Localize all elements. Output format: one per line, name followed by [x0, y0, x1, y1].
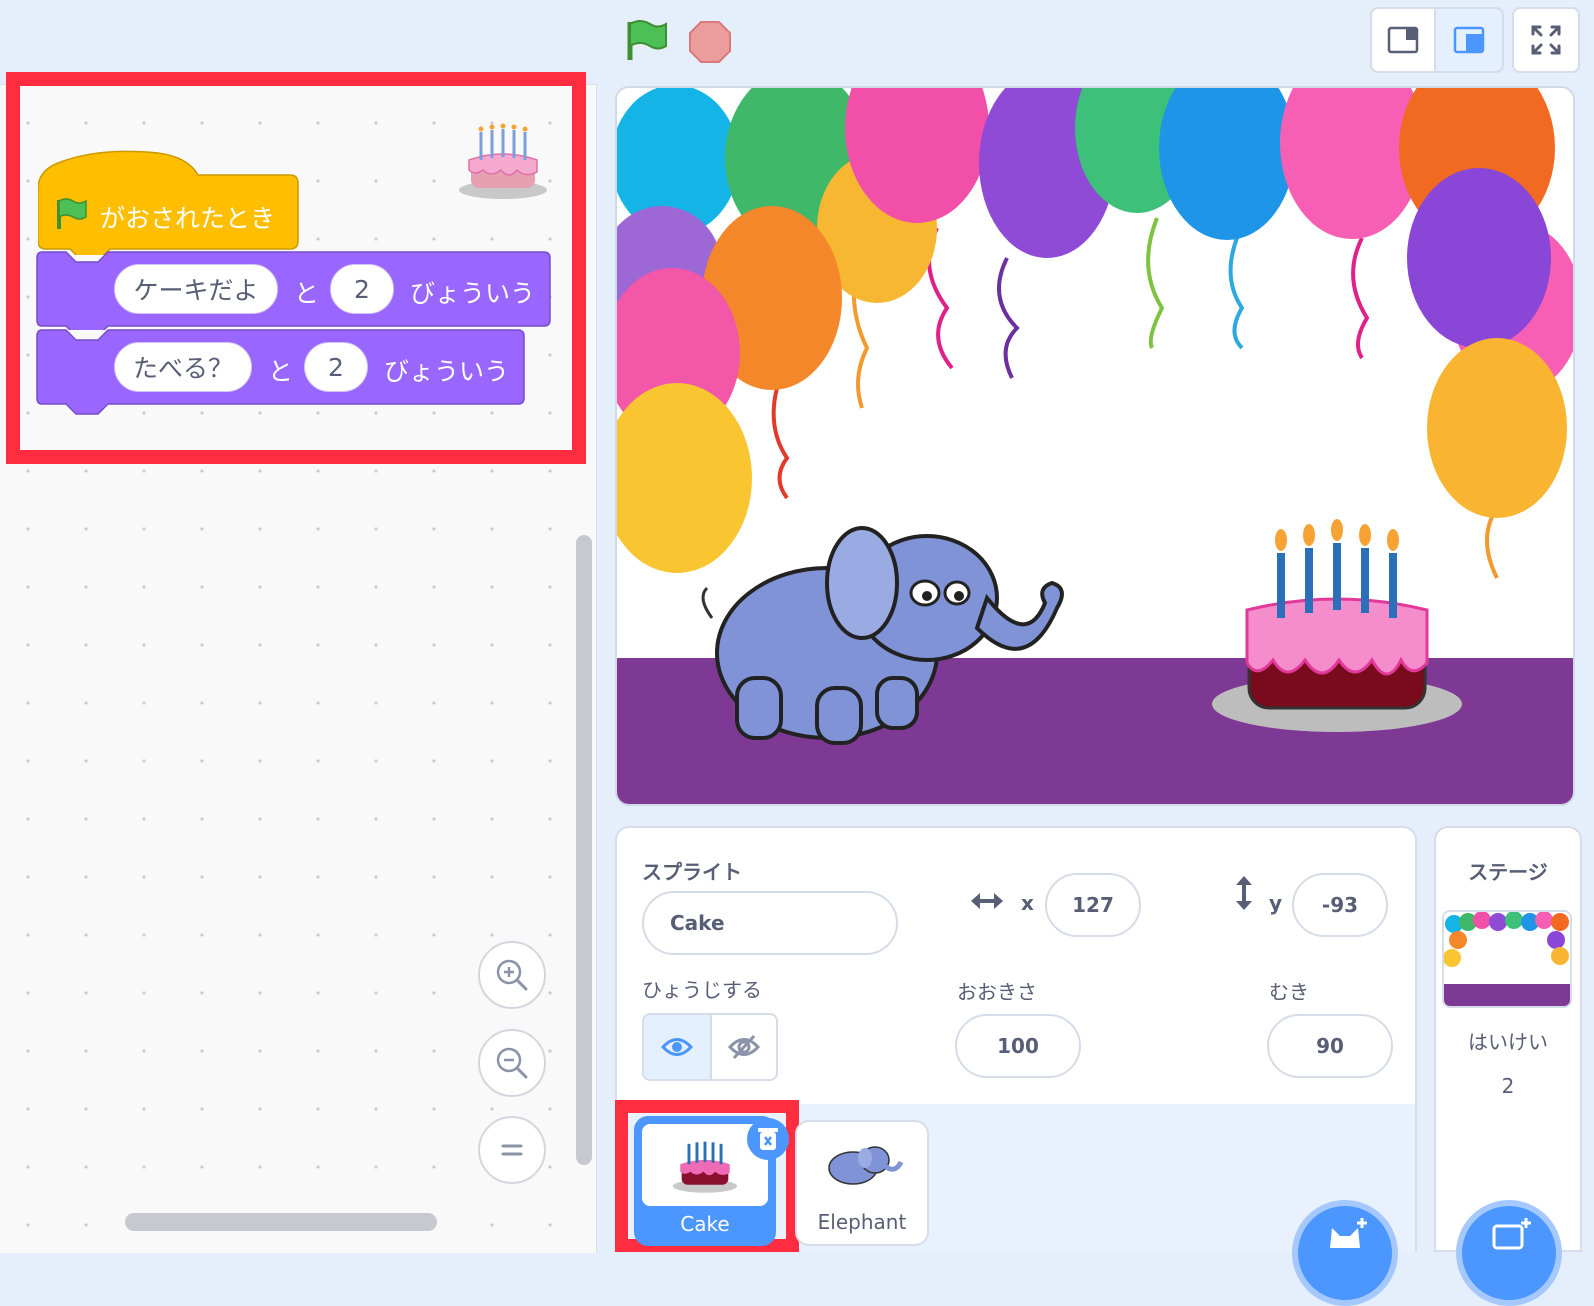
large-stage-icon [1453, 26, 1485, 54]
stage-title: ステージ [1468, 860, 1548, 884]
sprite-name-elephant: Elephant [817, 1210, 907, 1234]
stop-icon [689, 21, 731, 63]
say-for-secs-block-1[interactable]: ケーキだよ と 2 びょういう [36, 250, 552, 330]
zoom-in-button[interactable] [478, 941, 546, 1009]
stage-target-panel[interactable]: ステージ はいけい 2 [1434, 826, 1582, 1252]
party-backdrop [617, 88, 1573, 804]
sprite-tile-elephant[interactable]: Elephant [795, 1120, 929, 1246]
hide-sprite-button[interactable] [710, 1015, 776, 1079]
sprite-name-input[interactable]: Cake [642, 891, 898, 955]
backdrop-thumbnail [1442, 910, 1572, 1008]
workspace-vertical-scrollbar[interactable] [576, 535, 592, 1165]
sprite-label: スプライト [642, 860, 742, 884]
image-plus-icon [1492, 1218, 1531, 1250]
say-secs-input-2[interactable]: 2 [304, 342, 368, 392]
horizontal-arrows-icon [969, 888, 1005, 918]
zoom-out-button[interactable] [478, 1029, 546, 1097]
vertical-arrows-icon [1231, 874, 1257, 916]
say-verb-label-2: びょういう [384, 357, 510, 386]
zoom-out-icon [496, 1047, 528, 1079]
green-flag-icon [54, 197, 88, 235]
large-stage-button[interactable] [1434, 7, 1504, 73]
fullscreen-icon [1531, 25, 1561, 55]
visibility-toggle [642, 1013, 778, 1081]
y-position-input[interactable]: -93 [1292, 873, 1388, 937]
workspace-sprite-thumbnail [455, 120, 551, 202]
when-flag-clicked-block[interactable]: がおされたとき [38, 149, 300, 255]
hat-block-label: がおされたとき [100, 204, 276, 233]
zoom-reset-button[interactable] [478, 1116, 546, 1184]
say-message-input-1[interactable]: ケーキだよ [114, 264, 278, 314]
small-stage-icon [1387, 26, 1419, 54]
workspace-horizontal-scrollbar[interactable] [125, 1213, 437, 1231]
direction-input[interactable]: 90 [1267, 1014, 1393, 1078]
add-sprite-button[interactable] [1292, 1200, 1398, 1306]
delete-sprite-button[interactable] [747, 1118, 789, 1160]
say-verb-label-1: びょういう [410, 279, 536, 308]
size-label: おおきさ [957, 980, 1037, 1004]
add-backdrop-button[interactable] [1456, 1200, 1562, 1306]
size-input[interactable]: 100 [955, 1014, 1081, 1078]
x-label: x [1021, 891, 1034, 915]
say-and-label-2: と [268, 357, 294, 386]
direction-label: むき [1269, 980, 1309, 1004]
show-label: ひょうじする [642, 978, 762, 1002]
say-message-input-2[interactable]: たべる？ [114, 342, 252, 392]
equals-icon [501, 1144, 523, 1156]
x-position-input[interactable]: 127 [1045, 873, 1141, 937]
show-sprite-button[interactable] [644, 1015, 712, 1079]
eye-slash-icon [728, 1034, 760, 1060]
green-flag-button[interactable] [622, 16, 670, 64]
say-secs-input-1[interactable]: 2 [330, 264, 394, 314]
backdrop-count: 2 [1501, 1074, 1515, 1098]
sprite-name-cake: Cake [680, 1212, 730, 1236]
elephant-thumbnail [819, 1138, 909, 1190]
say-and-label-1: と [294, 279, 320, 308]
stop-button[interactable] [688, 20, 732, 64]
backdrop-label: はいけい [1468, 1030, 1548, 1054]
sprite-info-panel: スプライト Cake x 127 y -93 ひょうじする おおきさ 100 む… [615, 826, 1417, 1106]
small-stage-button[interactable] [1370, 7, 1436, 73]
stage-canvas[interactable] [615, 86, 1575, 806]
zoom-in-icon [496, 959, 528, 991]
say-for-secs-block-2[interactable]: たべる？ と 2 びょういう [36, 328, 526, 418]
green-flag-icon [627, 20, 667, 60]
fullscreen-button[interactable] [1512, 7, 1580, 73]
cat-plus-icon [1330, 1218, 1367, 1248]
eye-icon [661, 1038, 693, 1056]
trash-icon [758, 1128, 778, 1150]
y-label: y [1269, 891, 1283, 915]
